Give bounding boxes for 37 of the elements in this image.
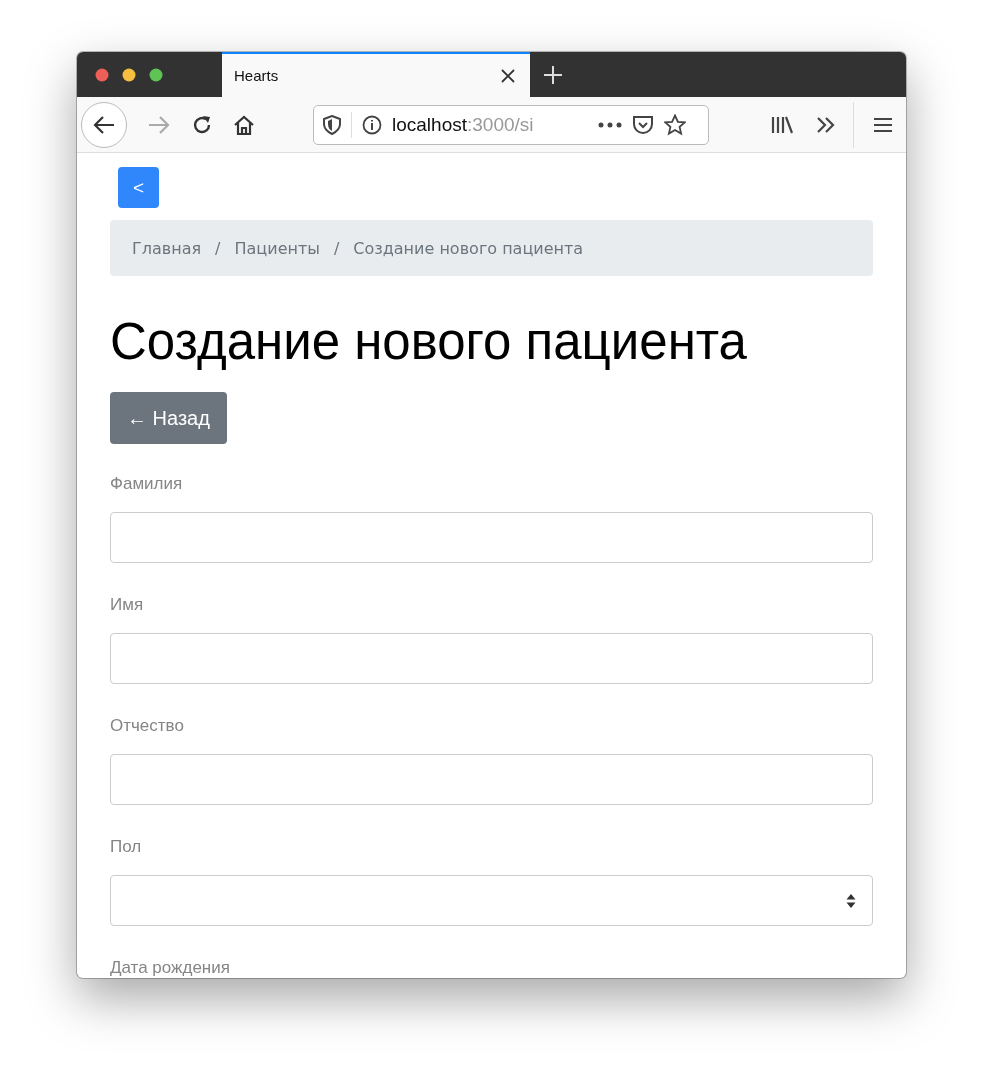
field-label: Имя [110, 594, 145, 616]
input-field[interactable] [110, 633, 873, 684]
breadcrumb-link[interactable]: Пациенты [234, 238, 320, 258]
field-label: Фамилия [110, 473, 184, 495]
library-icon[interactable] [771, 114, 795, 135]
close-tab-icon[interactable] [501, 68, 515, 83]
info-icon[interactable] [362, 114, 382, 135]
input-field[interactable] [110, 754, 873, 805]
breadcrumb-separator: / [333, 238, 340, 258]
minimize-window-icon[interactable] [122, 67, 136, 82]
overflow-icon[interactable] [815, 115, 837, 134]
breadcrumb-separator: / [215, 238, 221, 258]
menu-icon[interactable] [874, 116, 892, 133]
back-icon[interactable] [81, 101, 127, 148]
new-tab-icon[interactable] [543, 64, 563, 85]
breadcrumb-link[interactable]: Главная [132, 238, 202, 258]
close-window-icon[interactable] [95, 67, 109, 82]
browser-tab[interactable]: Hearts [222, 52, 530, 97]
pocket-icon[interactable] [632, 114, 654, 135]
select-field[interactable] [110, 875, 873, 926]
reload-icon[interactable] [191, 113, 213, 136]
field-label: Пол [110, 836, 143, 858]
back-button[interactable]: ← Назад [110, 392, 227, 444]
page-title: Создание нового пациента [110, 312, 748, 372]
address-bar[interactable]: localhost:3000/si [313, 104, 709, 145]
maximize-window-icon[interactable] [149, 67, 163, 82]
field-label: Дата рождения [110, 957, 231, 978]
home-icon[interactable] [233, 113, 255, 136]
url-text: localhost:3000/si [392, 113, 535, 136]
star-icon[interactable] [664, 113, 686, 136]
back-nav-button[interactable]: < [118, 167, 159, 208]
more-icon[interactable] [598, 121, 622, 128]
field-label: Отчество [110, 715, 185, 737]
sort-caret-icon [846, 892, 856, 909]
shield-icon[interactable] [323, 114, 341, 135]
breadcrumb-current: Создание нового пациента [353, 238, 584, 258]
input-field[interactable] [110, 512, 873, 563]
